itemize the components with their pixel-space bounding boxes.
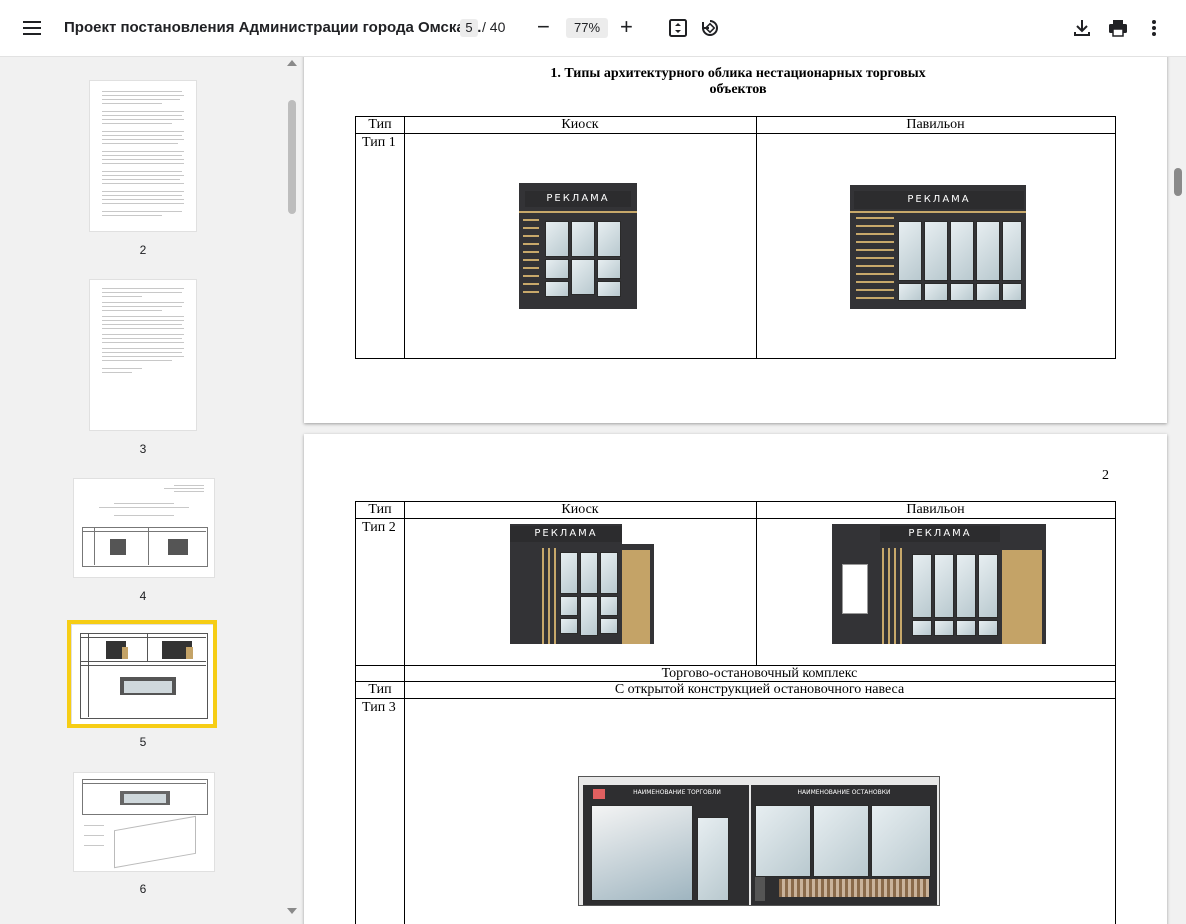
advert-sign: РЕКЛАМА [510,526,622,542]
kiosk-type2-drawing: РЕКЛАМА [510,524,654,644]
thumbnail-page-3[interactable] [89,279,197,431]
document-title: Проект постановления Администрации город… [64,19,482,36]
document-viewer: 1. Типы архитектурного облика нестациона… [300,57,1172,924]
poster-panel [842,564,868,614]
fit-to-page-icon[interactable] [668,18,688,38]
thumbnail-sidebar: 2 3 4 5 6 [0,57,284,924]
thumbnail-label: 3 [139,442,147,456]
pavilion-type2-drawing: РЕКЛАМА [832,524,1046,644]
more-options-icon[interactable] [1144,18,1164,38]
toolbar: Проект постановления Администрации город… [0,0,1186,57]
document-page: 2 Тип Киоск Павильон Тип 2 РЕКЛАМА РЕКЛА… [304,434,1167,924]
bus-stop-complex-drawing: НАИМЕНОВАНИЕ ТОРГОВЛИ НАИМЕНОВАНИЕ ОСТАН… [578,776,940,906]
pavilion-type1-drawing: РЕКЛАМА [850,185,1026,309]
types-table: Тип Киоск Павильон Тип 1 РЕКЛАМА РЕКЛАМА [355,116,1116,359]
complex-description: С открытой конструкцией остановочного на… [614,682,905,697]
kiosk-type1-drawing: РЕКЛАМА [519,183,637,309]
heading-line: объектов [709,82,767,97]
column-header-pavilion: Павильон [906,502,965,517]
row-type-label: Тип 1 [362,135,396,150]
row-type-label: Тип 2 [362,520,396,535]
page-total: / 40 [482,19,506,35]
document-scrollbar-thumb[interactable] [1174,168,1182,196]
page-number: 2 [1102,468,1109,483]
heading-line: 1. Типы архитектурного облика нестациона… [550,66,926,81]
thumbnail-page-6[interactable] [73,772,215,872]
column-header-kiosk: Киоск [561,117,599,132]
row-type-label: Тип 3 [362,700,396,715]
sidebar-scrollbar-thumb[interactable] [288,100,296,214]
menu-icon[interactable] [22,18,42,38]
column-header-type: Тип [368,117,392,132]
advert-sign: РЕКЛАМА [525,191,631,207]
thumbnail-label: 4 [139,589,147,603]
complex-title: Торгово-остановочный комплекс [661,666,858,681]
scroll-up-arrow-icon[interactable] [287,60,297,66]
zoom-in-button[interactable]: + [620,16,633,38]
thumbnail-label: 6 [139,882,147,896]
thumbnail-page-2[interactable] [89,80,197,232]
column-header-type: Тип [368,682,392,697]
thumbnail-selected-highlight [67,620,217,728]
thumbnail-page-4[interactable] [73,478,215,578]
section-heading: 1. Типы архитектурного облика нестациона… [304,66,1172,98]
types-table-continued: Тип Киоск Павильон Тип 2 РЕКЛАМА РЕКЛАМА [355,501,1116,924]
column-header-pavilion: Павильон [906,117,965,132]
document-page: 1. Типы архитектурного облика нестациона… [304,57,1167,423]
zoom-input[interactable]: 77% [566,18,608,38]
thumbnail-label: 5 [139,735,147,749]
rotate-icon[interactable] [700,18,720,38]
column-header-kiosk: Киоск [561,502,599,517]
thumbnail-label: 2 [139,243,147,257]
advert-sign: РЕКЛАМА [880,526,1000,542]
download-icon[interactable] [1072,18,1092,38]
stop-name-sign: НАИМЕНОВАНИЕ ОСТАНОВКИ [755,787,933,799]
scroll-down-arrow-icon[interactable] [287,908,297,914]
store-name-sign: НАИМЕНОВАНИЕ ТОРГОВЛИ [609,787,745,799]
column-header-type: Тип [368,502,392,517]
advert-sign: РЕКЛАМА [854,191,1024,209]
zoom-out-button[interactable]: − [537,16,550,38]
page-number-input[interactable]: 5 [460,19,478,37]
print-icon[interactable] [1108,18,1128,38]
